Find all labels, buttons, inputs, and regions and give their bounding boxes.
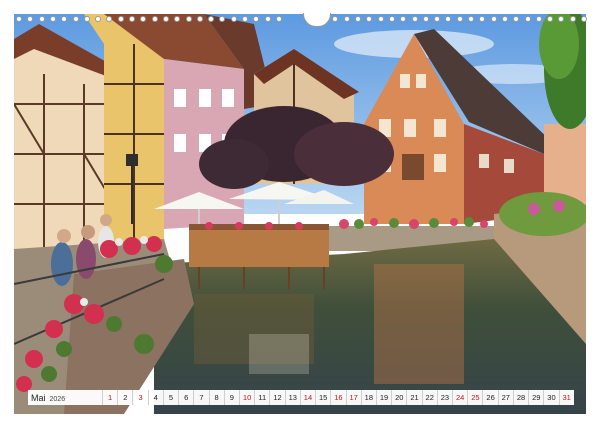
binding-ring [547,16,554,22]
binding-ring [445,16,452,22]
binding-ring [16,16,22,22]
binding-ring [332,16,339,22]
binding-ring [117,16,124,22]
binding-ring [501,16,508,22]
binding-ring [219,16,226,22]
calendar-strip: Mai 2026 1 2 3 4 5 6 7 8 9 10 11 12 13 14 15 16 17 18 19 20 2… [28,390,574,405]
day-cell: 5 [162,390,178,405]
left-house [14,44,114,254]
binding-ring [490,16,497,22]
hanger-notch [303,13,331,27]
photo-illustration [14,14,586,414]
binding-ring [400,16,407,22]
spiral-binding [16,12,587,28]
day-cell: 26 [482,390,497,405]
day-cell: 13 [284,390,300,405]
binding-ring [72,16,79,22]
day-cell: 12 [269,390,284,405]
day-cell: 25 [467,390,482,405]
binding-ring [411,16,418,22]
binding-ring [569,16,576,22]
binding-ring [275,16,282,22]
binding-ring [456,16,463,22]
binding-ring [264,16,271,22]
day-cell: 27 [497,390,513,405]
binding-ring [468,16,474,22]
binding-ring [129,16,135,22]
day-cell: 19 [375,390,391,405]
binding-ring [377,16,384,22]
day-cell: 22 [421,390,437,405]
binding-ring [61,16,68,22]
day-cell: 4 [147,390,163,405]
binding-ring [106,16,113,22]
binding-ring [343,16,350,22]
binding-ring [479,16,486,22]
binding-ring [422,16,429,22]
day-cell: 10 [238,390,254,405]
binding-ring [355,16,361,22]
day-cell: 16 [330,390,345,405]
binding-ring [230,16,237,22]
binding-ring [162,16,169,22]
binding-ring [27,16,34,22]
calendar-page: Mai 2026 1 2 3 4 5 6 7 8 9 10 11 12 13 14 15 16 17 18 19 20 2… [0,0,600,432]
day-cell: 18 [360,390,376,405]
binding-ring [185,16,192,22]
binding-ring [196,16,203,22]
day-cell: 11 [254,390,269,405]
binding-ring [49,16,56,22]
day-cell: 24 [452,390,467,405]
binding-ring [366,16,373,22]
day-cell: 9 [223,390,239,405]
day-cell: 7 [193,390,208,405]
binding-ring [242,16,248,22]
binding-ring [174,16,181,22]
day-cell: 30 [543,390,558,405]
binding-ring [95,16,102,22]
day-cell: 21 [406,390,421,405]
binding-ring [83,16,90,22]
binding-ring [513,16,520,22]
tourist [51,242,73,286]
binding-ring [581,16,587,22]
day-cell: 15 [315,390,330,405]
binding-ring [524,16,531,22]
binding-ring [38,16,45,22]
day-cell: 28 [512,390,528,405]
day-cell: 6 [178,390,193,405]
binding-ring [558,16,565,22]
month-label: Mai 2026 [28,393,102,403]
binding-ring [535,16,542,22]
day-cell: 2 [117,390,132,405]
binding-ring [388,16,395,22]
day-cell: 17 [345,390,361,405]
day-cell: 23 [436,390,452,405]
binding-ring [151,16,158,22]
day-cell: 3 [132,390,147,405]
month-name: Mai [31,392,46,403]
day-cell: 14 [299,390,315,405]
day-cell: 31 [558,390,574,405]
day-cell: 8 [208,390,224,405]
binding-ring [434,16,441,22]
binding-ring [253,16,260,22]
wooden-terrace [189,229,329,267]
day-cell: 20 [391,390,406,405]
day-cell: 1 [102,390,117,405]
binding-ring [140,16,147,22]
canal-town-photo [14,14,586,414]
year-label: 2026 [49,395,66,403]
binding-ring [208,16,215,22]
day-cell: 29 [528,390,543,405]
day-row: 1 2 3 4 5 6 7 8 9 10 11 12 13 14 15 16 17 18 19 20 21 22 23 24 2… [102,390,574,405]
